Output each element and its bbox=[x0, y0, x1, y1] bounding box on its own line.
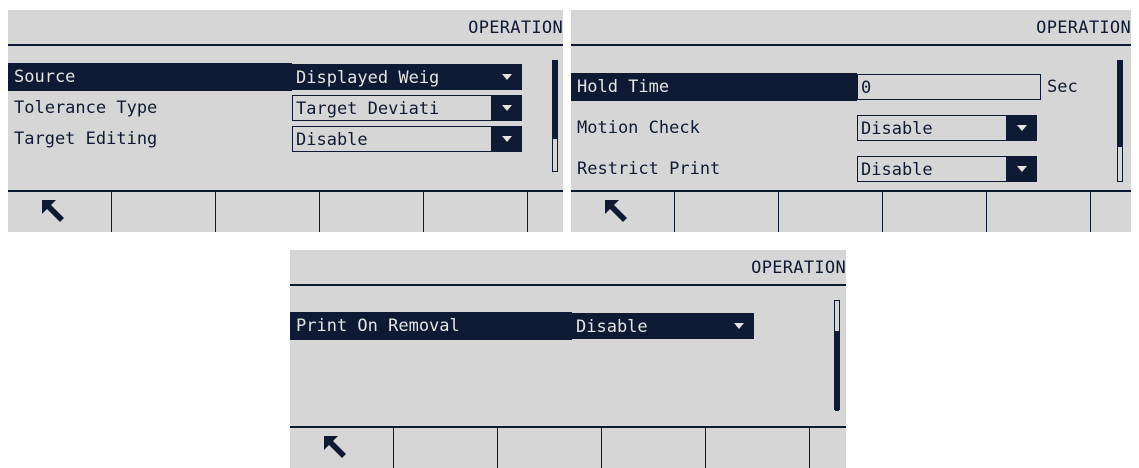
softkey-4[interactable] bbox=[320, 192, 424, 232]
softkey-2[interactable] bbox=[675, 192, 779, 232]
hold-time-label: Hold Time bbox=[571, 73, 857, 101]
target-editing-label: Target Editing bbox=[14, 129, 158, 149]
motion-check-select[interactable]: Disable bbox=[857, 115, 1007, 141]
tolerance-type-select[interactable]: Target Deviati bbox=[292, 95, 492, 121]
scrollbar-thumb[interactable] bbox=[553, 61, 557, 139]
scrollbar-thumb[interactable] bbox=[835, 331, 839, 411]
title-divider bbox=[290, 284, 846, 286]
softkey-1-escape[interactable] bbox=[8, 192, 112, 232]
title-divider bbox=[8, 44, 563, 46]
source-select[interactable]: Displayed Weig bbox=[292, 64, 492, 90]
softkey-3[interactable] bbox=[779, 192, 883, 232]
caret-down-icon[interactable] bbox=[1007, 115, 1037, 141]
scrollbar-thumb[interactable] bbox=[1118, 61, 1122, 147]
softkey-3[interactable] bbox=[216, 192, 320, 232]
target-editing-select[interactable]: Disable bbox=[292, 126, 492, 152]
softkey-5[interactable] bbox=[987, 192, 1091, 232]
caret-down-icon[interactable] bbox=[492, 64, 522, 90]
hold-time-input[interactable]: 0 bbox=[857, 74, 1041, 100]
operation-screen-2: OPERATION Hold Time 0 Sec Motion Check D… bbox=[571, 10, 1131, 232]
scrollbar[interactable] bbox=[834, 300, 840, 411]
print-on-removal-select[interactable]: Disable bbox=[572, 313, 724, 339]
softkey-2[interactable] bbox=[112, 192, 216, 232]
operation-screen-3: OPERATION Print On Removal Disable bbox=[290, 250, 846, 468]
caret-down-icon[interactable] bbox=[1007, 156, 1037, 182]
escape-up-left-arrow-icon bbox=[42, 200, 64, 222]
softkey-bar bbox=[8, 190, 563, 232]
softkey-4[interactable] bbox=[602, 428, 706, 468]
screen-title: OPERATION bbox=[1036, 18, 1131, 38]
screen-title: OPERATION bbox=[751, 258, 846, 278]
escape-up-left-arrow-icon bbox=[605, 200, 627, 222]
caret-down-icon[interactable] bbox=[492, 126, 522, 152]
softkey-2[interactable] bbox=[394, 428, 498, 468]
caret-down-icon[interactable] bbox=[492, 95, 522, 121]
source-label: Source bbox=[8, 63, 292, 91]
hold-time-unit: Sec bbox=[1047, 77, 1078, 97]
print-on-removal-label: Print On Removal bbox=[290, 312, 572, 340]
softkey-bar bbox=[571, 190, 1131, 232]
screen-title: OPERATION bbox=[468, 18, 563, 38]
softkey-1-escape[interactable] bbox=[571, 192, 675, 232]
escape-up-left-arrow-icon bbox=[324, 436, 346, 458]
motion-check-label: Motion Check bbox=[577, 118, 700, 138]
softkey-1-escape[interactable] bbox=[290, 428, 394, 468]
title-divider bbox=[571, 44, 1131, 46]
softkey-bar bbox=[290, 426, 846, 468]
caret-down-icon[interactable] bbox=[724, 313, 754, 339]
restrict-print-select[interactable]: Disable bbox=[857, 156, 1007, 182]
restrict-print-label: Restrict Print bbox=[577, 159, 721, 179]
operation-screen-1: OPERATION Source Displayed Weig Toleranc… bbox=[8, 10, 563, 232]
softkey-5[interactable] bbox=[424, 192, 528, 232]
softkey-5[interactable] bbox=[706, 428, 810, 468]
tolerance-type-label: Tolerance Type bbox=[14, 98, 158, 118]
scrollbar[interactable] bbox=[552, 60, 558, 172]
scrollbar[interactable] bbox=[1117, 60, 1123, 182]
softkey-3[interactable] bbox=[498, 428, 602, 468]
softkey-4[interactable] bbox=[883, 192, 987, 232]
